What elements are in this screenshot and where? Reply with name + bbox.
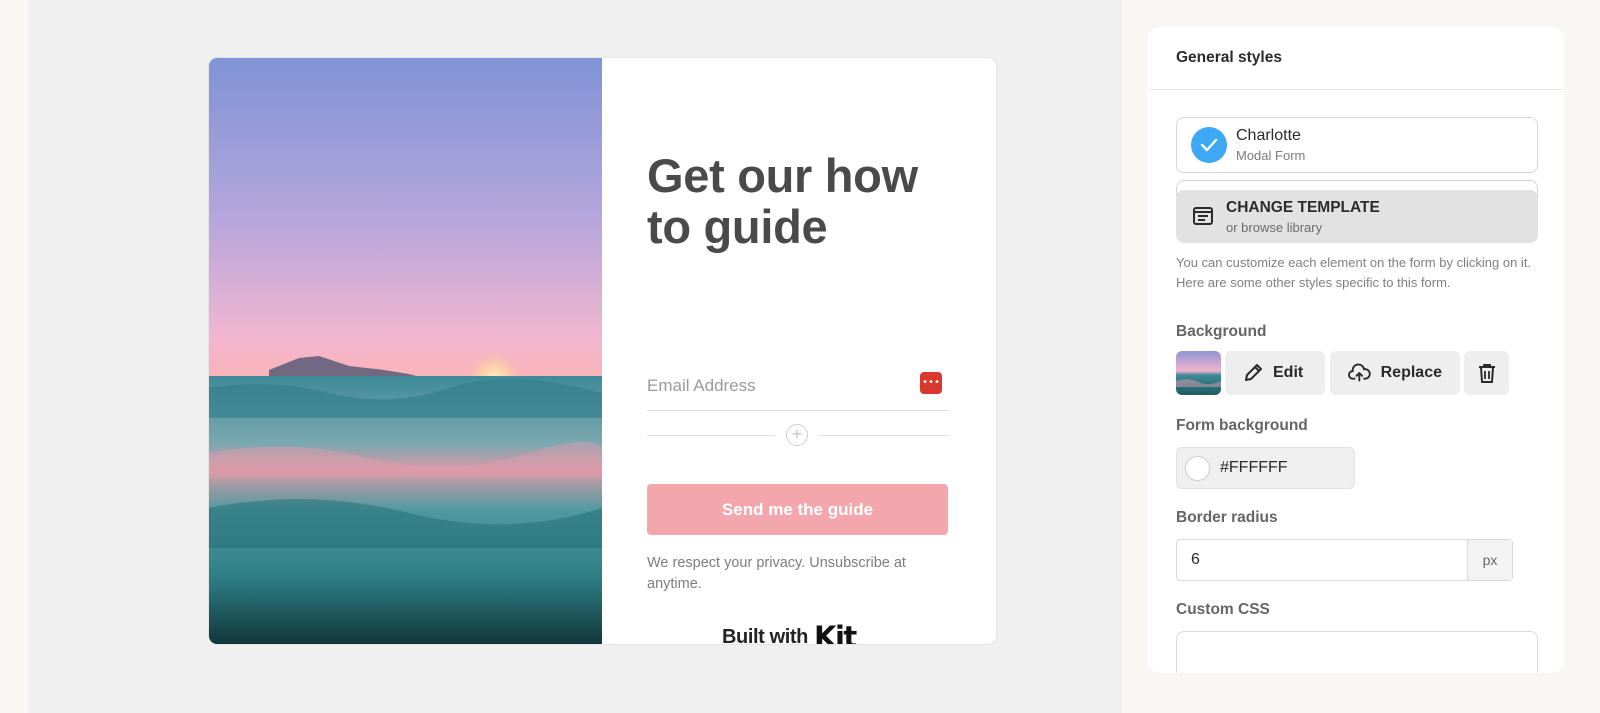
divider [647, 435, 775, 436]
template-icon [1193, 207, 1213, 225]
background-thumbnail[interactable] [1176, 351, 1221, 395]
upload-cloud-icon [1348, 363, 1371, 382]
built-with-kit-badge[interactable]: Built with Kit [722, 622, 872, 644]
custom-css-textarea[interactable] [1176, 631, 1538, 673]
background-label: Background [1176, 323, 1267, 340]
help-text: You can customize each element on the fo… [1176, 255, 1532, 290]
ocean-sunset-image [209, 58, 602, 644]
edit-label: Edit [1273, 364, 1304, 381]
built-with-label: Built with [722, 625, 808, 645]
divider [820, 435, 948, 436]
delete-background-button[interactable] [1464, 351, 1509, 395]
styles-panel: General styles Charlotte Modal Form CHAN… [1148, 27, 1564, 673]
change-template-subtitle: or browse library [1226, 220, 1323, 235]
change-template-title: CHANGE TEMPLATE [1226, 199, 1380, 216]
kit-logo: Kit [813, 620, 857, 644]
color-value[interactable]: #FFFFFF [1220, 459, 1288, 477]
replace-label: Replace [1380, 364, 1442, 381]
color-swatch[interactable] [1185, 456, 1210, 481]
replace-background-button[interactable]: Replace [1330, 351, 1460, 395]
template-name: Charlotte [1236, 127, 1301, 144]
pencil-icon [1245, 364, 1262, 381]
form-content: Get our how to guide ••• + Send me the g… [602, 58, 996, 644]
modal-form-preview[interactable]: Get our how to guide ••• + Send me the g… [209, 58, 996, 644]
password-manager-icon[interactable]: ••• [920, 372, 942, 394]
form-background-label: Form background [1176, 417, 1308, 434]
email-field[interactable]: ••• [647, 366, 948, 411]
add-field-row: + [647, 424, 948, 448]
check-icon [1191, 127, 1227, 163]
change-template-button[interactable]: CHANGE TEMPLATE or browse library [1176, 190, 1538, 243]
trash-icon [1478, 364, 1495, 383]
current-template[interactable]: Charlotte Modal Form [1176, 117, 1538, 173]
edit-background-button[interactable]: Edit [1225, 351, 1325, 395]
email-input[interactable] [647, 366, 907, 406]
privacy-text[interactable]: We respect your privacy. Unsubscribe at … [647, 553, 947, 595]
custom-css-label: Custom CSS [1176, 601, 1270, 618]
form-background-image[interactable] [209, 58, 602, 644]
unit-label: px [1467, 540, 1512, 580]
form-background-color-picker[interactable]: #FFFFFF [1176, 447, 1355, 489]
plus-circle-icon[interactable]: + [786, 424, 808, 446]
border-radius-field[interactable]: px [1176, 539, 1513, 581]
template-type: Modal Form [1236, 148, 1306, 163]
form-headline[interactable]: Get our how to guide [647, 150, 967, 252]
panel-title: General styles [1148, 27, 1564, 90]
submit-button[interactable]: Send me the guide [647, 484, 948, 535]
border-radius-input[interactable] [1177, 540, 1495, 580]
editor-canvas: Get our how to guide ••• + Send me the g… [28, 0, 1122, 713]
border-radius-label: Border radius [1176, 509, 1278, 526]
